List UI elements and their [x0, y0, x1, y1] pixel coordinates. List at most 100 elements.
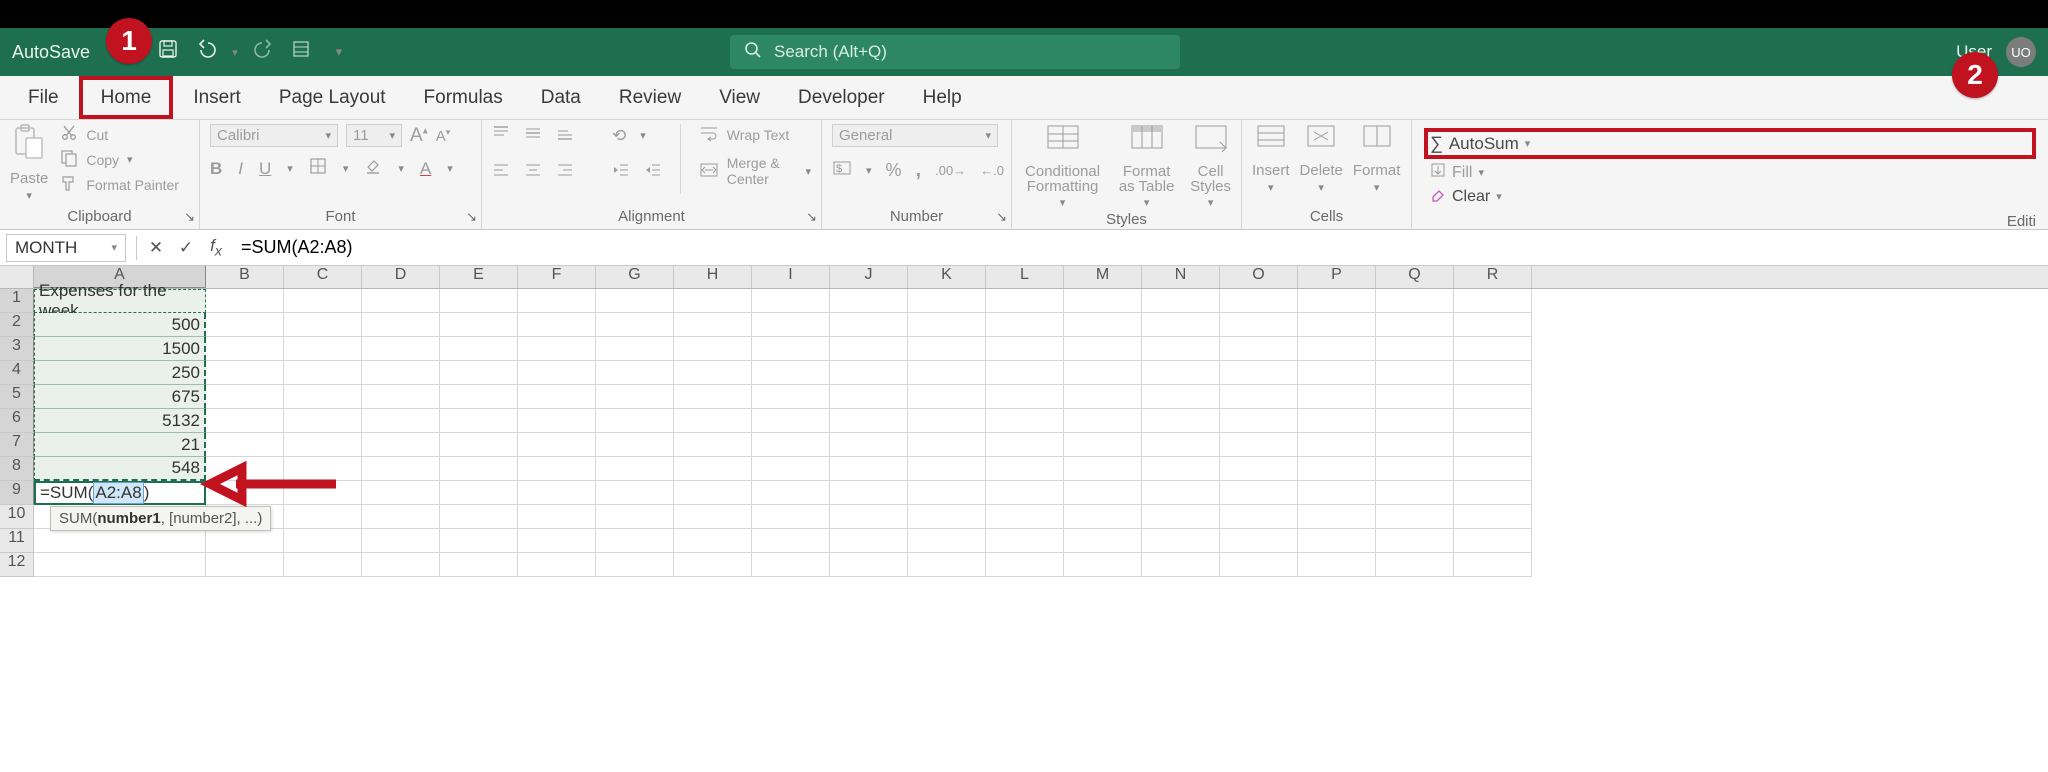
tab-formulas[interactable]: Formulas — [406, 76, 521, 119]
cell[interactable] — [1220, 289, 1298, 313]
cell[interactable] — [284, 433, 362, 457]
cell[interactable] — [1142, 433, 1220, 457]
fill-button[interactable]: Fill ▾ — [1424, 162, 2036, 183]
accounting-format-button[interactable]: $ — [832, 159, 852, 182]
font-size-dropdown[interactable]: 11▾ — [346, 124, 402, 147]
orientation-icon[interactable]: ⟲ — [612, 126, 626, 146]
cell[interactable]: 250 — [34, 361, 206, 385]
cell[interactable] — [1376, 289, 1454, 313]
cell[interactable] — [908, 529, 986, 553]
cell[interactable] — [1298, 289, 1376, 313]
cell[interactable] — [1454, 313, 1532, 337]
copy-button[interactable]: Copy ▾ — [60, 149, 179, 170]
cell[interactable] — [830, 553, 908, 577]
cancel-formula-button[interactable]: ✕ — [141, 238, 171, 258]
cell[interactable] — [752, 289, 830, 313]
cell[interactable] — [1376, 505, 1454, 529]
cell[interactable] — [1454, 433, 1532, 457]
fill-dropdown-icon[interactable]: ▾ — [1478, 166, 1484, 179]
fill-color-button[interactable] — [364, 157, 382, 180]
cell[interactable] — [206, 553, 284, 577]
cell[interactable] — [674, 289, 752, 313]
cell[interactable] — [830, 361, 908, 385]
cell[interactable] — [1064, 529, 1142, 553]
cell[interactable] — [908, 313, 986, 337]
cell[interactable] — [752, 337, 830, 361]
comma-button[interactable]: , — [916, 159, 922, 182]
row-header-3[interactable]: 3 — [0, 337, 34, 361]
cell[interactable] — [1220, 529, 1298, 553]
cell[interactable] — [596, 457, 674, 481]
cell[interactable] — [440, 385, 518, 409]
cell[interactable] — [986, 505, 1064, 529]
tab-file[interactable]: File — [10, 76, 77, 119]
cell[interactable] — [206, 361, 284, 385]
cell[interactable] — [908, 505, 986, 529]
col-header-D[interactable]: D — [362, 266, 440, 288]
cell[interactable] — [284, 289, 362, 313]
cell[interactable] — [908, 409, 986, 433]
col-header-C[interactable]: C — [284, 266, 362, 288]
cell[interactable] — [284, 553, 362, 577]
row-header-5[interactable]: 5 — [0, 385, 34, 409]
cell[interactable] — [830, 505, 908, 529]
tab-data[interactable]: Data — [523, 76, 599, 119]
cell[interactable] — [362, 505, 440, 529]
increase-indent-icon[interactable] — [644, 161, 662, 184]
clear-dropdown-icon[interactable]: ▾ — [1496, 190, 1502, 203]
cell[interactable] — [518, 337, 596, 361]
cell[interactable] — [1220, 361, 1298, 385]
col-header-O[interactable]: O — [1220, 266, 1298, 288]
row-header-11[interactable]: 11 — [0, 529, 34, 553]
cell[interactable] — [440, 409, 518, 433]
tab-home[interactable]: Home — [79, 76, 174, 119]
dialog-launcher-icon[interactable]: ↘ — [806, 209, 817, 225]
cell[interactable] — [986, 529, 1064, 553]
cell[interactable] — [362, 313, 440, 337]
cell[interactable] — [362, 481, 440, 505]
cell[interactable] — [986, 409, 1064, 433]
cut-button[interactable]: Cut — [60, 124, 179, 145]
cell[interactable] — [1298, 337, 1376, 361]
namebox-dropdown-icon[interactable]: ▾ — [111, 241, 117, 254]
cell[interactable] — [1142, 313, 1220, 337]
cell[interactable] — [1298, 385, 1376, 409]
col-header-L[interactable]: L — [986, 266, 1064, 288]
cell[interactable] — [206, 385, 284, 409]
cell[interactable] — [830, 457, 908, 481]
cell[interactable] — [1142, 529, 1220, 553]
cell[interactable]: 500 — [34, 313, 206, 337]
quickaccess-more-icon[interactable] — [292, 40, 310, 64]
font-color-button[interactable]: A — [420, 159, 431, 179]
redo-icon[interactable] — [254, 39, 276, 65]
bold-button[interactable]: B — [210, 159, 222, 179]
cell[interactable]: Expenses for the week — [34, 289, 206, 313]
cell[interactable] — [1064, 433, 1142, 457]
cell[interactable] — [518, 385, 596, 409]
cell[interactable] — [362, 289, 440, 313]
cell[interactable] — [986, 553, 1064, 577]
worksheet-grid[interactable]: A B C D E F G H I J K L M N O P Q R 1Exp… — [0, 266, 2048, 577]
cell[interactable] — [440, 505, 518, 529]
number-format-dropdown[interactable]: General▾ — [832, 124, 998, 147]
cell[interactable] — [674, 313, 752, 337]
decrease-decimal-button[interactable]: ←.0 — [980, 163, 1004, 178]
cell[interactable] — [1454, 361, 1532, 385]
cell[interactable] — [752, 361, 830, 385]
dialog-launcher-icon[interactable]: ↘ — [996, 209, 1007, 225]
cell[interactable] — [1376, 481, 1454, 505]
cell[interactable] — [1142, 385, 1220, 409]
format-painter-button[interactable]: Format Painter — [60, 174, 179, 195]
cell[interactable] — [1064, 553, 1142, 577]
chevron-down-icon[interactable]: ▾ — [1268, 181, 1274, 194]
fontcolor-dropdown-icon[interactable]: ▾ — [447, 162, 453, 175]
cell[interactable] — [1142, 409, 1220, 433]
cell[interactable] — [206, 529, 284, 553]
cell[interactable] — [362, 553, 440, 577]
cell[interactable] — [362, 337, 440, 361]
col-header-H[interactable]: H — [674, 266, 752, 288]
col-header-B[interactable]: B — [206, 266, 284, 288]
cell[interactable]: 21 — [34, 433, 206, 457]
row-header-7[interactable]: 7 — [0, 433, 34, 457]
cell[interactable] — [1220, 505, 1298, 529]
